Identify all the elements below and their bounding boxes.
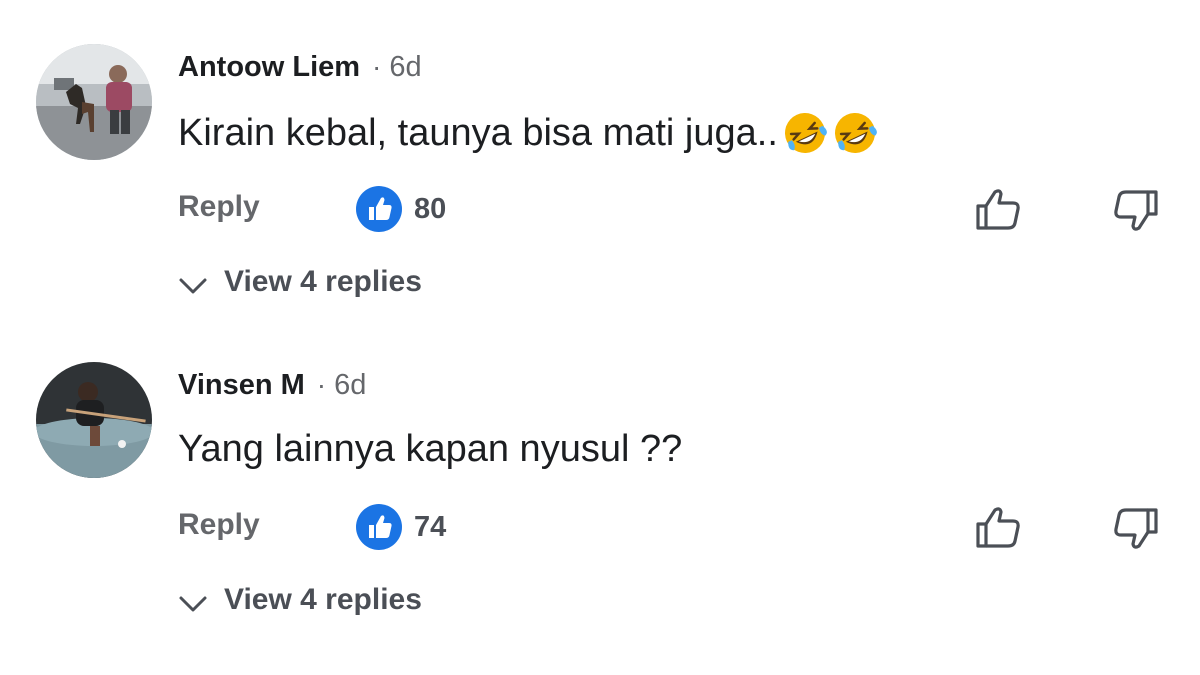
laughing-emoji-icon (832, 110, 878, 156)
avatar[interactable] (36, 44, 152, 160)
view-replies-label: View 4 replies (224, 265, 422, 298)
separator-dot: · (372, 51, 382, 82)
comment-text: Kirain kebal, taunya bisa mati juga.. (178, 110, 878, 156)
thumbs-down-icon[interactable] (1108, 506, 1158, 552)
comment: Vinsen M · 6d Yang lainnya kapan nyusul … (0, 318, 1200, 636)
like-reaction-icon[interactable] (356, 186, 402, 232)
author-name[interactable]: Vinsen M (178, 369, 305, 402)
view-replies-button[interactable]: View 4 replies (178, 580, 422, 620)
avatar-photo (36, 362, 152, 478)
thumbs-up-icon[interactable] (974, 504, 1024, 550)
comment-actions: Reply 80 (178, 186, 1168, 232)
view-replies-label: View 4 replies (224, 583, 422, 616)
comment-header: Vinsen M · 6d (178, 368, 366, 402)
chevron-down-icon (178, 594, 208, 614)
like-count[interactable]: 80 (414, 193, 446, 226)
avatar-photo (36, 44, 152, 160)
like-reaction-icon[interactable] (356, 504, 402, 550)
thumbs-up-icon[interactable] (974, 186, 1024, 232)
avatar[interactable] (36, 362, 152, 478)
comment: Antoow Liem · 6d Kirain kebal, taunya bi… (0, 0, 1200, 318)
comment-body: Yang lainnya kapan nyusul ?? (178, 428, 683, 470)
like-count[interactable]: 74 (414, 511, 446, 544)
comment-text: Yang lainnya kapan nyusul ?? (178, 428, 682, 471)
separator-dot: · (316, 369, 327, 400)
reply-button[interactable]: Reply (178, 190, 260, 224)
timestamp[interactable]: 6d (334, 369, 366, 402)
thumbs-down-icon[interactable] (1108, 188, 1158, 234)
view-replies-button[interactable]: View 4 replies (178, 262, 422, 302)
comment-header: Antoow Liem · 6d (178, 50, 422, 84)
author-name[interactable]: Antoow Liem (178, 51, 360, 84)
chevron-down-icon (178, 276, 208, 296)
timestamp[interactable]: 6d (389, 51, 421, 84)
reply-button[interactable]: Reply (178, 508, 260, 542)
comment-actions: Reply 74 (178, 504, 1168, 550)
laughing-emoji-icon (782, 110, 828, 156)
comment-body: Kirain kebal, taunya bisa mati juga.. (178, 111, 778, 154)
